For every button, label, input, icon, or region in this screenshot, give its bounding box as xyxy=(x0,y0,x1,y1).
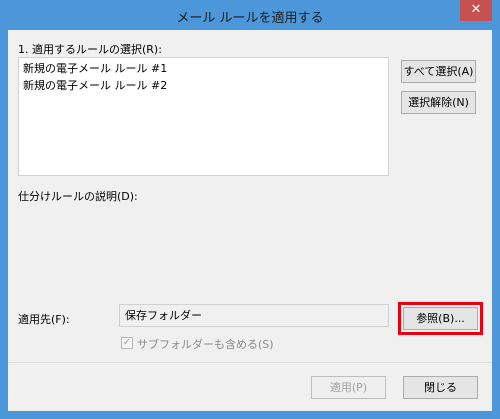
apply-mail-rules-dialog: メール ルールを適用する ✕ 1. 適用するルールの選択(R): 新規の電子メー… xyxy=(0,0,500,419)
rule-list-item[interactable]: 新規の電子メール ルール #1 xyxy=(23,60,384,77)
apply-button[interactable]: 適用(P) xyxy=(311,376,386,399)
include-subfolders-checkbox[interactable]: ✓ xyxy=(121,337,133,349)
close-window-button[interactable]: ✕ xyxy=(460,0,492,21)
deselect-all-button[interactable]: 選択解除(N) xyxy=(401,91,476,114)
title-bar[interactable]: メール ルールを適用する ✕ xyxy=(0,0,500,30)
rule-description-label: 仕分けルールの説明(D): xyxy=(18,190,138,203)
checkmark-icon: ✓ xyxy=(122,337,132,348)
rules-list[interactable]: 新規の電子メール ルール #1 新規の電子メール ルール #2 xyxy=(18,57,389,176)
close-button[interactable]: 閉じる xyxy=(403,376,478,399)
rules-select-label: 1. 適用するルールの選択(R): xyxy=(18,43,162,56)
include-subfolders-label[interactable]: サブフォルダーも含める(S) xyxy=(137,336,274,352)
apply-to-label: 適用先(F): xyxy=(18,313,70,326)
dialog-title: メール ルールを適用する xyxy=(176,11,324,26)
target-folder-field: 保存フォルダー xyxy=(119,304,389,327)
dialog-body: 1. 適用するルールの選択(R): 新規の電子メール ルール #1 新規の電子メ… xyxy=(8,30,492,411)
footer-divider xyxy=(8,362,492,363)
close-icon: ✕ xyxy=(470,2,482,17)
select-all-button[interactable]: すべて選択(A) xyxy=(401,60,476,83)
rule-list-item[interactable]: 新規の電子メール ルール #2 xyxy=(23,77,384,94)
rule-description-area xyxy=(18,205,480,285)
browse-button[interactable]: 参照(B)... xyxy=(403,307,478,330)
